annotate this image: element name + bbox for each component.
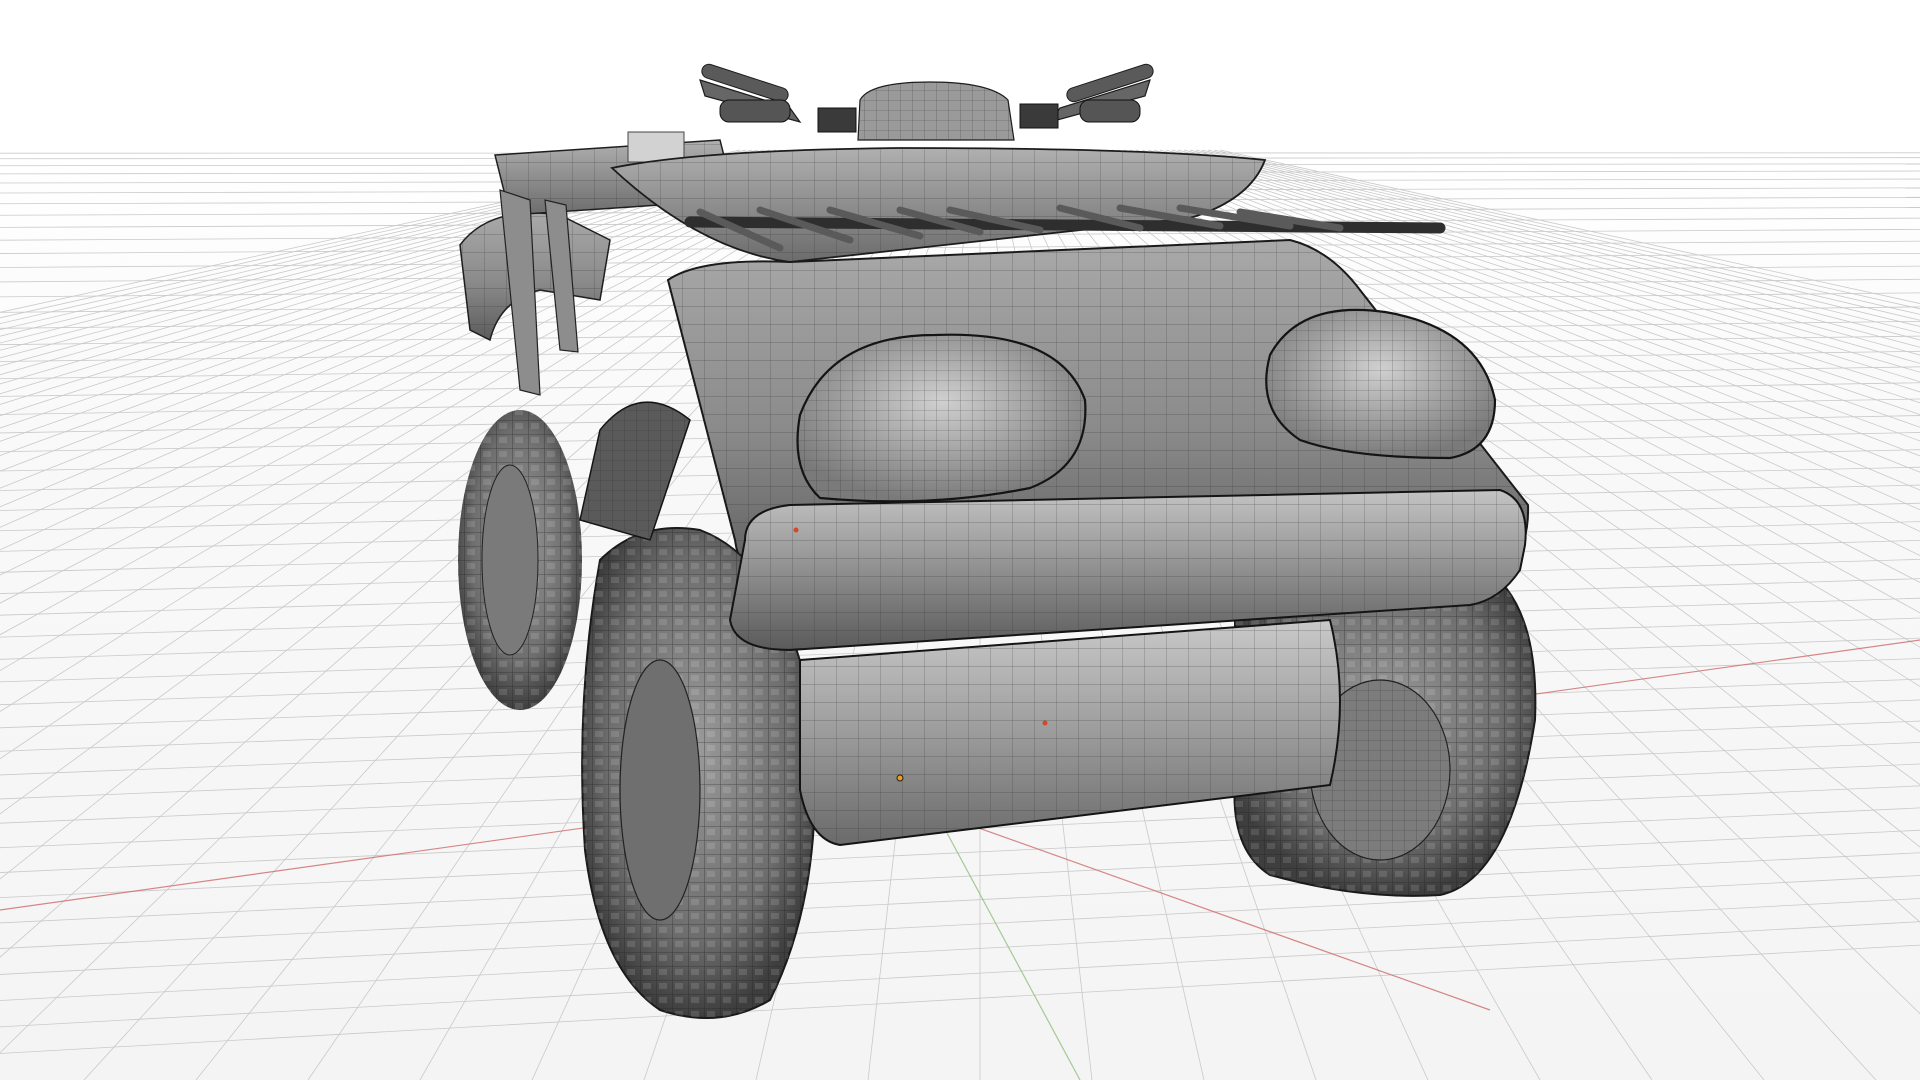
vertex-marker [1042, 720, 1048, 726]
grid-line [0, 944, 1920, 1054]
grid-line [0, 875, 1920, 975]
rear-left-tire[interactable] [458, 410, 582, 710]
selected-vertex-marker [896, 774, 904, 782]
viewport-scene[interactable] [0, 0, 1920, 1080]
grid-line [0, 921, 1920, 1028]
left-headlight [796, 333, 1087, 503]
grid-line [0, 829, 1920, 924]
3d-viewport[interactable] [0, 0, 1920, 1080]
grid-line [0, 852, 1920, 949]
grid-line [0, 898, 1920, 1001]
handlebars[interactable] [699, 62, 1155, 141]
vertex-marker [793, 527, 799, 533]
y-axis-line [939, 819, 1081, 1080]
